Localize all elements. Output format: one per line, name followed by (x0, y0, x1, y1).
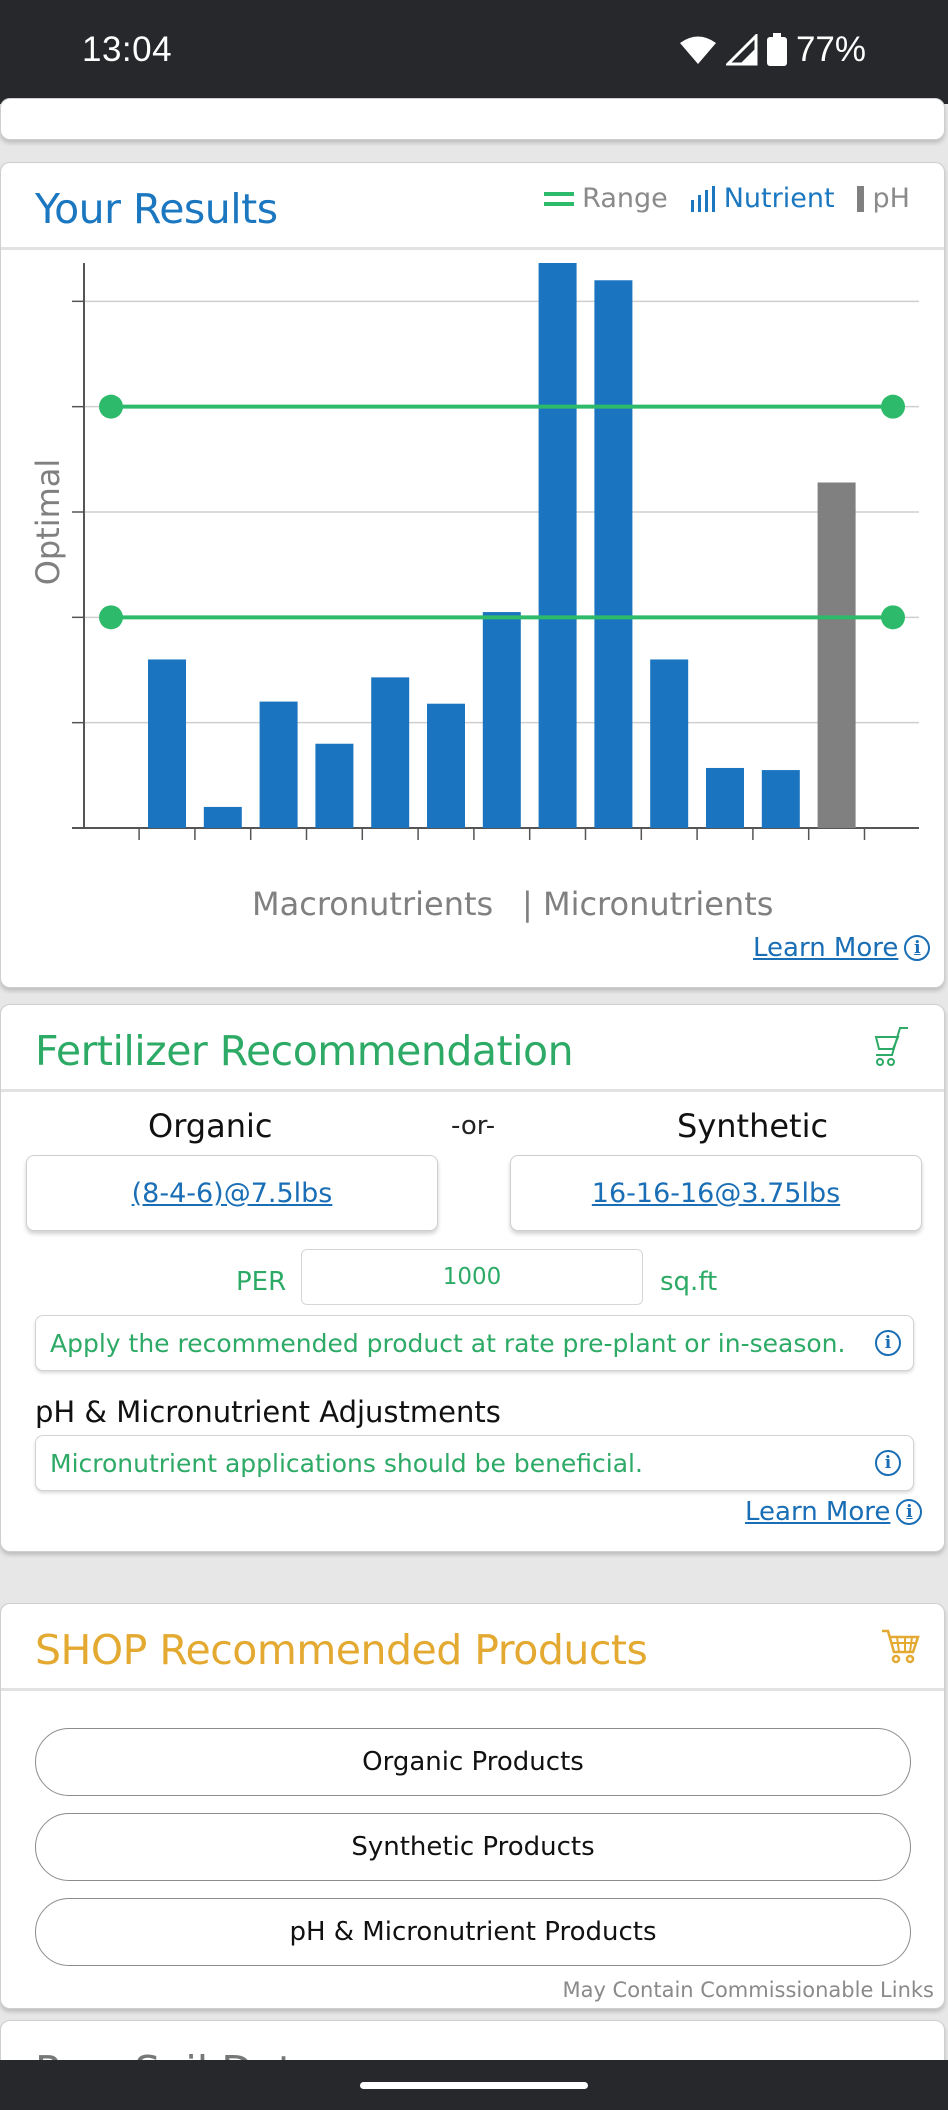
or-label: -or- (451, 1111, 496, 1141)
bar-k (259, 701, 298, 828)
fertilizer-card: Fertilizer Recommendation Organic -or- S… (0, 1004, 945, 1552)
synthetic-products-button[interactable]: Synthetic Products (35, 1813, 911, 1881)
chart-legend: Range Nutrient pH (544, 183, 910, 214)
fertilizer-title: Fertilizer Recommendation (35, 1027, 574, 1075)
per-label: PER (236, 1267, 287, 1297)
micronutrients-label: | Micronutrients (522, 885, 774, 923)
status-icons: 77% (678, 30, 866, 70)
bar-zn (650, 659, 689, 828)
results-card: Your Results Range Nutrient pH Optimal M… (0, 162, 945, 988)
bar-s (315, 743, 354, 828)
synthetic-label: Synthetic (677, 1107, 829, 1145)
adjust-note-text: Micronutrient applications should be ben… (50, 1448, 643, 1478)
home-gesture-handle[interactable] (360, 2082, 588, 2089)
adjustments-heading: pH & Micronutrient Adjustments (35, 1395, 501, 1429)
legend-nutrient: Nutrient (690, 183, 835, 214)
shopping-cart-icon[interactable] (880, 1628, 920, 1664)
adjust-info-icon[interactable]: i (875, 1450, 901, 1476)
bars-legend-icon (690, 185, 715, 212)
area-unit-label: sq.ft (660, 1267, 718, 1297)
legend-ph: pH (856, 183, 910, 214)
y-axis-label: Optimal (29, 459, 67, 586)
legend-ph-label: pH (872, 183, 910, 214)
bar-mg (427, 703, 465, 828)
bar-fe (538, 263, 577, 829)
range-marker (99, 605, 123, 630)
shop-title: SHOP Recommended Products (35, 1626, 648, 1674)
range-legend-icon (544, 191, 575, 206)
range-marker (881, 605, 905, 630)
battery-percentage: 77% (795, 30, 866, 69)
previous-card (0, 98, 945, 140)
shop-card: SHOP Recommended Products Organic Produc… (0, 1603, 945, 2009)
chart-svg: OptimalNPKSCaMgNaFeMnZnCuBpH (29, 263, 919, 840)
organic-products-button[interactable]: Organic Products (35, 1728, 911, 1796)
legend-nutrient-label: Nutrient (723, 183, 835, 214)
results-divider (1, 247, 944, 250)
legend-range: Range (544, 183, 668, 214)
status-bar: 13:04 77% (0, 0, 948, 104)
apply-info-icon[interactable]: i (875, 1330, 901, 1356)
wifi-icon (679, 36, 716, 64)
organic-label: Organic (148, 1107, 273, 1145)
info-icon: i (896, 1499, 923, 1525)
bar-cu (706, 767, 744, 828)
apply-note-text: Apply the recommended product at rate pr… (50, 1328, 846, 1358)
cart-outline-icon[interactable] (870, 1025, 910, 1069)
navigation-bar (0, 2060, 948, 2110)
bar-na (482, 612, 521, 828)
legend-range-label: Range (582, 183, 668, 214)
bar-ph (817, 482, 856, 828)
area-input[interactable] (301, 1249, 643, 1305)
macronutrients-label: Macronutrients (252, 885, 494, 923)
apply-note: Apply the recommended product at rate pr… (35, 1315, 914, 1371)
fertilizer-learn-more-link[interactable]: Learn More i (745, 1497, 923, 1527)
commission-disclaimer: May Contain Commissionable Links (562, 1978, 934, 2002)
battery-icon (766, 33, 787, 66)
shop-divider (1, 1688, 944, 1691)
bar-mn (594, 280, 633, 828)
nutrient-chart: OptimalNPKSCaMgNaFeMnZnCuBpH (1, 263, 946, 840)
signal-icon (725, 34, 758, 66)
results-title: Your Results (35, 185, 278, 233)
bar-p (203, 806, 242, 828)
results-learn-more-link[interactable]: Learn More i (753, 933, 931, 963)
bar-ca (371, 677, 410, 828)
adjust-note: Micronutrient applications should be ben… (35, 1435, 914, 1491)
bar-b (761, 770, 800, 828)
fertilizer-divider (1, 1089, 944, 1092)
synthetic-recommendation-link[interactable]: 16-16-16@3.75lbs (510, 1155, 922, 1231)
organic-recommendation-link[interactable]: (8-4-6)@7.5lbs (26, 1155, 438, 1231)
ph-legend-icon (856, 185, 864, 212)
range-marker (99, 394, 123, 419)
learn-more-label: Learn More (745, 1497, 891, 1527)
ph-micronutrient-products-button[interactable]: pH & Micronutrient Products (35, 1898, 911, 1966)
bar-n (148, 659, 186, 828)
status-time: 13:04 (82, 30, 173, 69)
range-marker (881, 394, 905, 419)
info-icon: i (904, 935, 931, 961)
learn-more-label: Learn More (753, 933, 899, 963)
